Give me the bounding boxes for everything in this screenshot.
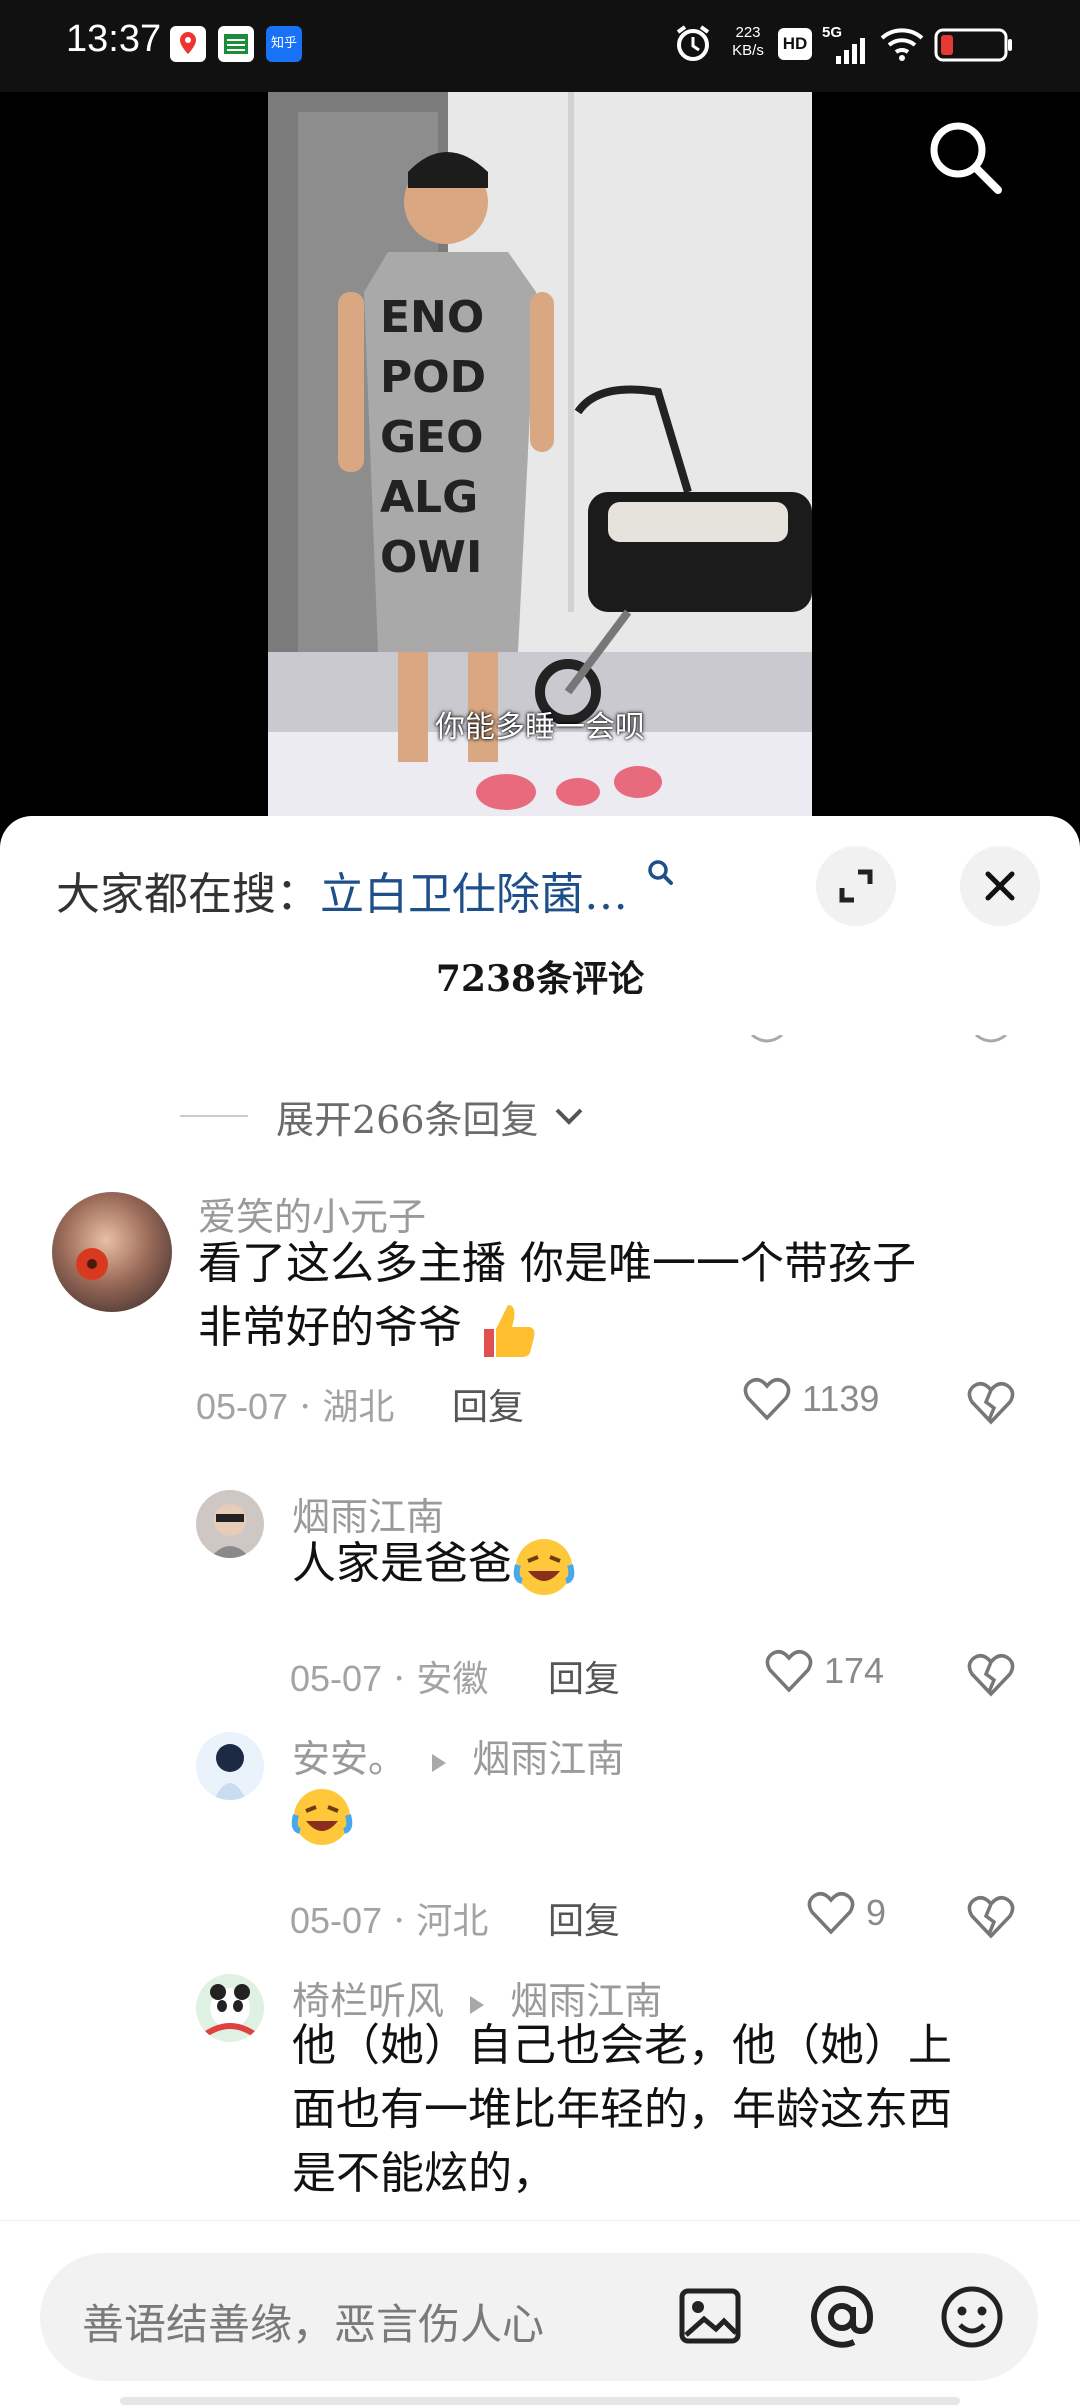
comment-input[interactable]: 善语结善缘，恶言伤人心 (40, 2253, 1038, 2381)
reply-text: 人家是爸爸 (292, 1532, 1032, 1599)
laughing-crying-emoji-icon (513, 1538, 575, 1595)
comment-date: 05-07 (196, 1386, 289, 1427)
dislike-icon[interactable] (964, 1376, 1018, 1430)
chevron-down-icon (555, 1108, 582, 1125)
trending-label: 大家都在搜： (56, 869, 320, 920)
video-frame: ENO POD GEO ALG OWI 你能多睡一会呗 (268, 92, 812, 832)
expand-replies-label: 展开266条回复 (276, 1097, 539, 1142)
reply-text-line: 面也有一堆比年轻的，年龄这东西 (292, 2084, 952, 2135)
like-count: 9 (866, 1892, 887, 1933)
reply-item: 椅栏听风 烟雨江南 他（她）自己也会老，他（她）上 面也有一堆比年轻的，年龄这东… (0, 1970, 1080, 2230)
mention-icon[interactable] (806, 2281, 878, 2353)
reply-arrow-icon (432, 1753, 447, 1772)
status-bar: 13:37 知乎 223 KB/s HD 5G (0, 0, 1080, 92)
alarm-icon (676, 25, 710, 61)
reply-author[interactable]: 安安。 (292, 1737, 406, 1781)
comments-sheet: 大家都在搜：立白卫仕除菌… 7238条评论 展开266条回复 爱笑的小元子 看了… (0, 816, 1080, 2408)
close-icon (985, 871, 1015, 901)
heart-icon (765, 1650, 813, 1693)
reply-item: 烟雨江南 人家是爸爸 05-07 · 安徽 回复 174 (0, 1486, 1080, 1706)
hd-icon: HD (778, 28, 812, 60)
reply-username: 安安。 烟雨江南 (292, 1728, 624, 1783)
dislike-icon[interactable] (964, 1890, 1018, 1944)
comment-text-line: 非常好的爷爷 (198, 1302, 462, 1353)
expand-replies[interactable]: 展开266条回复 (180, 1086, 589, 1146)
expand-divider (180, 1115, 248, 1117)
comment-location: 湖北 (322, 1387, 395, 1428)
avatar[interactable] (196, 1974, 264, 2042)
reply-date: 05-07 (290, 1900, 383, 1941)
comment-text-line: 看了这么多主播 你是唯一一个带孩子 (198, 1238, 916, 1289)
comment-text: 看了这么多主播 你是唯一一个带孩子 非常好的爷爷 (198, 1232, 1038, 1363)
svg-text:ALG: ALG (380, 472, 478, 523)
comment-count: 7238条评论 (435, 958, 645, 1000)
net-speed-unit: KB/s (732, 42, 764, 59)
comment-text-line-2: 非常好的爷爷 (198, 1296, 1038, 1363)
net-speed-value: 223 (735, 24, 761, 41)
video-player[interactable]: ENO POD GEO ALG OWI 你能多睡一会呗 (0, 92, 1080, 832)
search-icon[interactable] (920, 112, 1010, 202)
home-indicator[interactable] (120, 2397, 960, 2405)
reply-location: 安徽 (416, 1659, 489, 1700)
like-count: 174 (824, 1650, 885, 1691)
reply-button[interactable]: 回复 (452, 1378, 524, 1430)
reply-target[interactable]: 烟雨江南 (472, 1737, 624, 1781)
svg-text:GEO: GEO (380, 412, 484, 463)
comment-item: 爱笑的小元子 看了这么多主播 你是唯一一个带孩子 非常好的爷爷 05-07 · … (0, 1186, 1080, 1466)
clipped-row-remnant (0, 1032, 1080, 1044)
avatar[interactable] (196, 1490, 264, 1558)
reply-text-line: 他（她）自己也会老，他（她）上 (292, 2020, 952, 2071)
expand-sheet-button[interactable] (816, 846, 896, 926)
trending-search[interactable]: 大家都在搜：立白卫仕除菌… (56, 858, 676, 922)
reply-meta: 05-07 · 安徽 (290, 1658, 489, 1700)
trending-term[interactable]: 立白卫仕除菌… (320, 869, 628, 920)
net-speed: 223 KB/s (726, 24, 770, 60)
reply-text-line: 是不能炫的， (292, 2148, 556, 2199)
like-button[interactable]: 174 (762, 1644, 884, 1698)
small-search-icon (648, 860, 673, 885)
reply-text: 他（她）自己也会老，他（她）上 面也有一堆比年轻的，年龄这东西 是不能炫的， (292, 2014, 1052, 2206)
reply-button[interactable]: 回复 (548, 1650, 620, 1702)
like-count: 1139 (802, 1378, 880, 1419)
reply-text (290, 1782, 354, 1849)
comment-input-bar: 善语结善缘，恶言伤人心 (0, 2220, 1080, 2408)
svg-text:OWI: OWI (380, 532, 482, 583)
cellular-signal-icon: 5G (822, 24, 868, 64)
zhihu-notification-icon: 知乎 (266, 26, 302, 62)
image-icon[interactable] (674, 2281, 746, 2353)
battery-icon (934, 28, 1012, 62)
reply-text-content: 人家是爸爸 (292, 1538, 512, 1589)
dislike-icon[interactable] (964, 1648, 1018, 1702)
svg-text:POD: POD (380, 352, 486, 403)
video-subtitle: 你能多睡一会呗 (435, 710, 645, 745)
comment-meta: 05-07 · 湖北 (196, 1386, 395, 1428)
reply-date: 05-07 (290, 1658, 383, 1699)
reply-meta: 05-07 · 河北 (290, 1900, 489, 1942)
thumbs-up-emoji-icon (484, 1304, 535, 1357)
svg-text:ENO: ENO (380, 292, 484, 343)
expand-icon (839, 869, 873, 903)
postal-notification-icon (218, 26, 254, 62)
wifi-icon (880, 28, 924, 61)
heart-icon (807, 1892, 855, 1935)
zhihu-label: 知乎 (270, 36, 297, 51)
like-button[interactable]: 1139 (740, 1372, 879, 1426)
reply-item: 安安。 烟雨江南 05-07 · 河北 回复 9 (0, 1728, 1080, 1948)
like-button[interactable]: 9 (804, 1886, 886, 1940)
emoji-icon[interactable] (936, 2281, 1008, 2353)
reply-button[interactable]: 回复 (548, 1892, 620, 1944)
hd-label: HD (782, 34, 808, 53)
reply-location: 河北 (416, 1901, 489, 1942)
comment-input-placeholder: 善语结善缘，恶言伤人心 (82, 2300, 545, 2349)
status-time: 13:37 (66, 18, 162, 60)
close-button[interactable] (960, 846, 1040, 926)
avatar[interactable] (52, 1192, 172, 1312)
avatar[interactable] (196, 1732, 264, 1800)
map-notification-icon (170, 26, 206, 62)
heart-icon (743, 1378, 791, 1421)
laughing-crying-emoji-icon (291, 1788, 353, 1845)
